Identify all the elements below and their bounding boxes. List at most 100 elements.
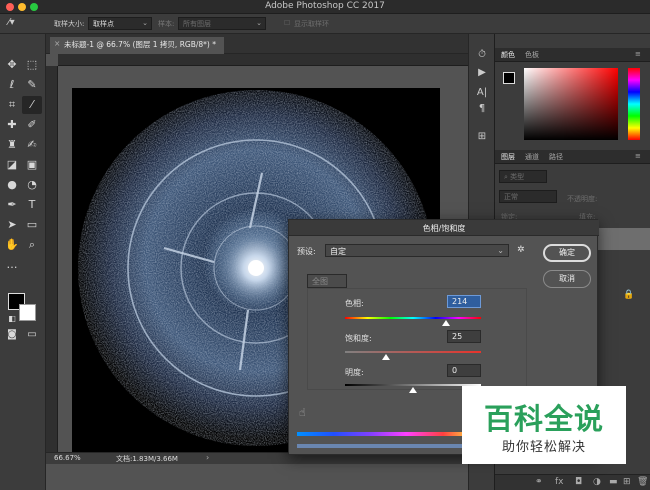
lightness-label: 明度: <box>345 368 364 377</box>
chevron-down-icon: ⌄ <box>142 19 148 27</box>
show-ring-checkbox[interactable]: ☐ <box>284 19 290 27</box>
dodge-tool-icon[interactable]: ◔ <box>22 176 42 194</box>
layers-footer: ⚭ fx ◘ ◑ ▬ ⊞ 🗑 <box>495 474 650 490</box>
title-bar: Adobe Photoshop CC 2017 <box>0 0 650 14</box>
sample-size-select[interactable]: 取样点 ⌄ <box>88 17 152 30</box>
blend-mode-select[interactable]: 正常 <box>499 190 557 203</box>
eraser-tool-icon[interactable]: ◪ <box>2 156 22 174</box>
sample-value: 所有图层 <box>183 20 211 28</box>
channel-select[interactable]: 全图 <box>307 274 347 288</box>
lasso-tool-icon[interactable]: ℓ <box>2 76 22 94</box>
panel-menu-icon[interactable]: ≡ <box>635 152 641 160</box>
sample-label: 样本: <box>158 20 175 28</box>
trash-icon[interactable]: 🗑 <box>637 477 648 487</box>
rectangle-tool-icon[interactable]: ▭ <box>22 216 42 234</box>
app-title: Adobe Photoshop CC 2017 <box>265 1 385 11</box>
chevron-right-icon[interactable]: › <box>206 453 209 462</box>
tab-channels[interactable]: 通道 <box>525 152 539 162</box>
new-layer-icon[interactable]: ⊞ <box>623 477 631 487</box>
saturation-input[interactable]: 25 <box>447 330 481 343</box>
hue-slider-strip[interactable] <box>628 68 640 140</box>
close-tab-icon[interactable]: × <box>54 39 60 48</box>
saturation-slider-thumb[interactable] <box>381 354 390 360</box>
watermark-title: 百科全说 <box>483 402 604 436</box>
properties-icon[interactable]: ⊞ <box>475 130 489 144</box>
pen-tool-icon[interactable]: ✒ <box>2 196 22 214</box>
actions-icon[interactable]: ▶ <box>475 66 489 80</box>
color-picker-field[interactable] <box>524 68 618 140</box>
hue-slider-thumb[interactable] <box>441 320 450 326</box>
document-tab-title: 未标题-1 @ 66.7% (图层 1 拷贝, RGB/8*) * <box>64 40 216 49</box>
history-icon[interactable]: ⏱ <box>475 48 489 62</box>
blur-tool-icon[interactable]: ● <box>2 176 22 194</box>
screen-mode-icon[interactable]: ▭ <box>22 326 42 344</box>
gear-icon[interactable]: ✲ <box>517 245 525 255</box>
history-brush-tool-icon[interactable]: ✍ <box>22 136 42 154</box>
healing-brush-tool-icon[interactable]: ✚ <box>2 116 22 134</box>
adjustment-icon[interactable]: ◑ <box>593 477 601 487</box>
show-ring-label: 显示取样环 <box>294 20 329 28</box>
hue-slider-track[interactable] <box>345 317 481 319</box>
hue-label: 色相: <box>345 299 364 308</box>
link-layers-icon[interactable]: ⚭ <box>535 477 543 487</box>
preset-value: 自定 <box>330 247 346 256</box>
hand-tool-icon[interactable]: ✋ <box>2 236 22 254</box>
saturation-label: 饱和度: <box>345 334 372 343</box>
chevron-down-icon: ⌄ <box>256 19 262 27</box>
options-bar: ⁄▾ 取样大小: 取样点 ⌄ 样本: 所有图层 ⌄ ☐ 显示取样环 <box>0 14 650 34</box>
path-select-tool-icon[interactable]: ➤ <box>2 216 22 234</box>
eyedropper-icon[interactable]: ⁄▾ <box>8 17 15 28</box>
hue-input[interactable]: 214 <box>447 295 481 308</box>
cancel-button[interactable]: 取消 <box>543 270 591 288</box>
sample-size-label: 取样大小: <box>54 20 85 28</box>
search-icon: ⌕ <box>504 173 508 181</box>
channel-value: 全图 <box>312 277 328 286</box>
targeted-adjustment-icon[interactable]: ☝ <box>299 406 306 419</box>
color-panel-tabs: 颜色 色板 ≡ <box>495 48 650 62</box>
marquee-tool-icon[interactable]: ⬚ <box>22 56 42 74</box>
clone-stamp-tool-icon[interactable]: ♜ <box>2 136 22 154</box>
eyedropper-tool-icon[interactable]: ⁄ <box>22 96 42 114</box>
tools-panel: ✥ ⬚ ℓ ✎ ⌗ ⁄ ✚ ✐ ♜ ✍ ◪ ▣ ● ◔ ✒ T ➤ ▭ ✋ ⌕ … <box>0 34 46 490</box>
character-icon[interactable]: A| <box>475 86 489 100</box>
lightness-slider-thumb[interactable] <box>409 387 417 393</box>
gradient-tool-icon[interactable]: ▣ <box>22 156 42 174</box>
tab-layers[interactable]: 图层 <box>501 152 515 162</box>
tab-paths[interactable]: 路径 <box>549 152 563 162</box>
preset-label: 预设: <box>297 247 316 256</box>
color-panel-foreground[interactable] <box>503 72 515 84</box>
zoom-tool-icon[interactable]: ⌕ <box>22 236 42 254</box>
sample-select[interactable]: 所有图层 ⌄ <box>178 17 266 30</box>
folder-icon[interactable]: ▬ <box>609 477 618 487</box>
ok-button[interactable]: 确定 <box>543 244 591 262</box>
quick-mask-icon[interactable]: ◙ <box>2 326 22 344</box>
type-tool-icon[interactable]: T <box>22 196 42 214</box>
zoom-level[interactable]: 66.67% <box>54 454 81 462</box>
chevron-down-icon: ⌄ <box>497 246 504 255</box>
document-tab[interactable]: × 未标题-1 @ 66.7% (图层 1 拷贝, RGB/8*) * <box>50 37 224 54</box>
layer-kind-filter[interactable]: ⌕ 类型 <box>499 170 547 183</box>
tab-swatches[interactable]: 色板 <box>525 50 539 60</box>
mask-icon[interactable]: ◘ <box>575 477 582 487</box>
lightness-input[interactable]: 0 <box>447 364 481 377</box>
adjustment-group <box>307 288 527 390</box>
more-tools-icon[interactable]: … <box>2 256 22 274</box>
fx-icon[interactable]: fx <box>555 477 564 487</box>
layer-kind-filter-value: 类型 <box>510 173 525 181</box>
document-tab-bar: × 未标题-1 @ 66.7% (图层 1 拷贝, RGB/8*) * <box>46 34 490 54</box>
preset-select[interactable]: 自定 ⌄ <box>325 244 509 257</box>
brush-tool-icon[interactable]: ✐ <box>22 116 42 134</box>
blend-mode-value: 正常 <box>504 193 518 201</box>
document-size: 文档:1.83M/3.66M <box>116 455 178 463</box>
paragraph-icon[interactable]: ¶ <box>475 102 489 116</box>
vertical-ruler <box>46 66 58 452</box>
crop-tool-icon[interactable]: ⌗ <box>2 96 22 114</box>
move-tool-icon[interactable]: ✥ <box>2 56 22 74</box>
panel-menu-icon[interactable]: ≡ <box>635 50 641 58</box>
tab-color[interactable]: 颜色 <box>501 50 515 60</box>
lock-icon: 🔒 <box>623 290 635 300</box>
layers-panel-tabs: 图层 通道 路径 ≡ <box>495 150 650 164</box>
saturation-slider-track[interactable] <box>345 351 481 353</box>
quick-select-tool-icon[interactable]: ✎ <box>22 76 42 94</box>
lightness-slider-track[interactable] <box>345 384 481 386</box>
